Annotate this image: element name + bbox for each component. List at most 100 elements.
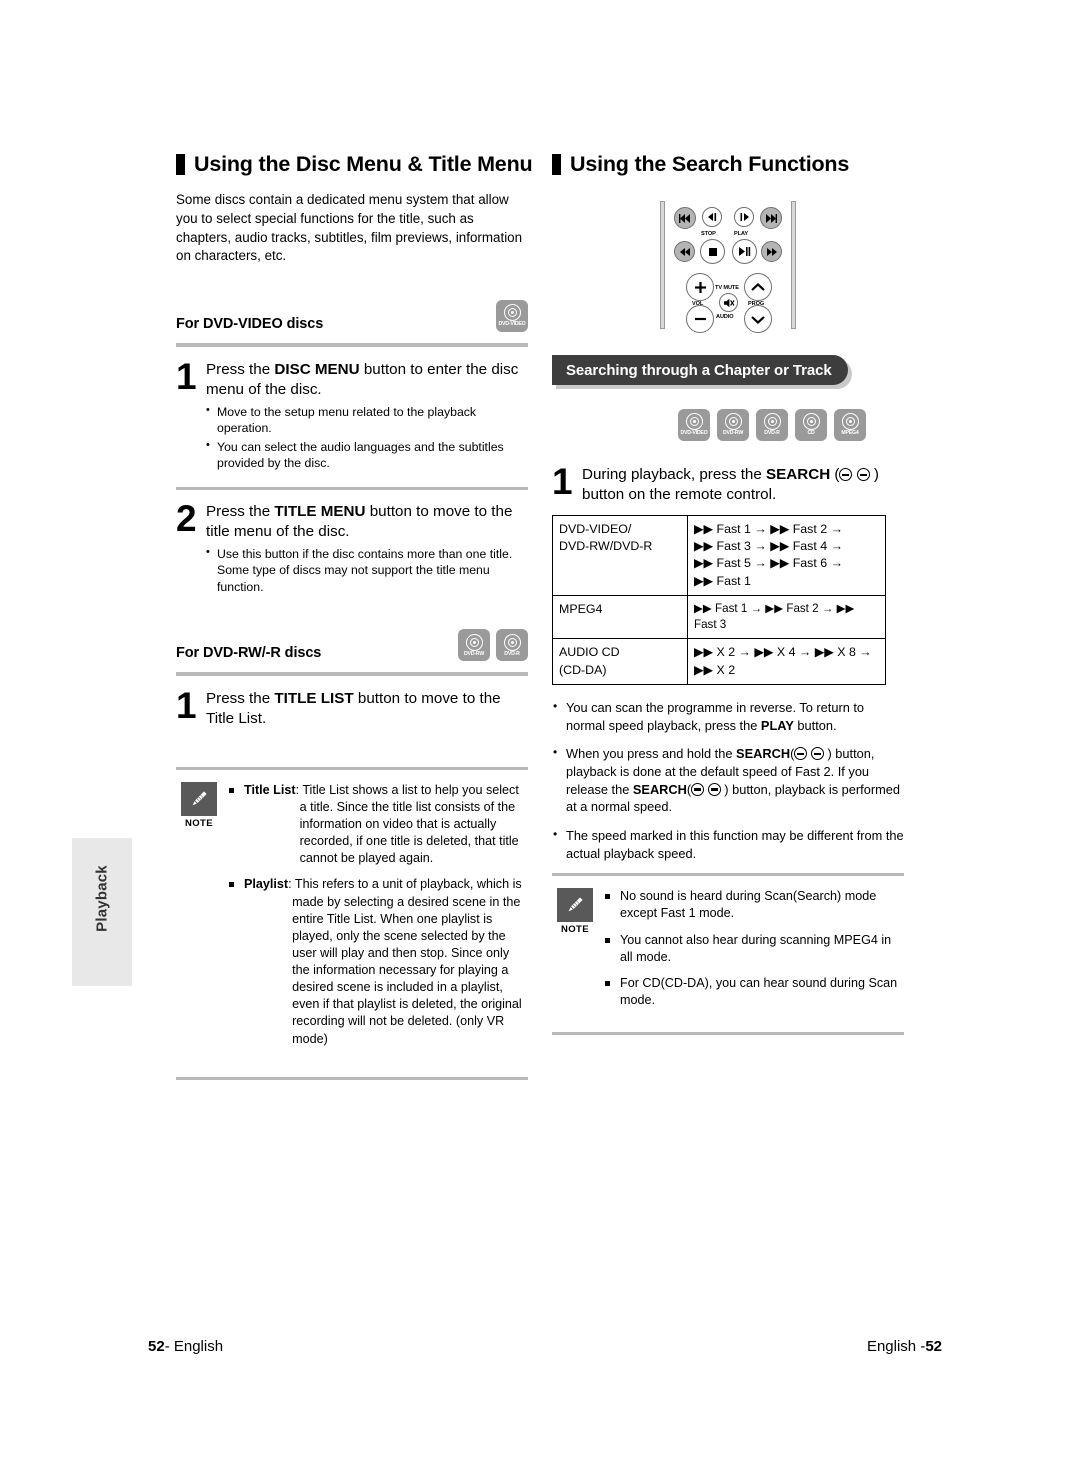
left-section-heading: Using the Disc Menu & Title Menu xyxy=(176,152,533,177)
disc-ring-icon xyxy=(841,413,859,431)
prog-up-button xyxy=(744,273,772,301)
step-number: 1 xyxy=(176,685,197,727)
dvd-rw-disc-icon: DVD-RW xyxy=(458,629,490,662)
divider-rule xyxy=(176,672,528,677)
footer-right: English -52 xyxy=(867,1338,942,1355)
disc-icon-row-banner: DVD-VIDEO DVD-RW DVD-R CD MPEG4 xyxy=(678,409,904,441)
step-back-icon xyxy=(702,207,722,227)
speed-line: ▶▶ Fast 3 → ▶▶ Fast 4 → xyxy=(694,538,843,553)
list-item: The speed marked in this function may be… xyxy=(552,826,904,862)
note-list-right: No sound is heard during Scan(Search) mo… xyxy=(604,888,904,1009)
rewind-icon xyxy=(674,241,695,262)
search-notes-list: You can scan the programme in reverse. T… xyxy=(552,698,904,862)
speed-line: ▶▶ Fast 5 → ▶▶ Fast 6 → xyxy=(694,556,843,571)
right-section-heading: Using the Search Functions xyxy=(552,152,904,177)
note-list-left: Title List: Title List shows a list to h… xyxy=(228,782,528,1048)
step-title-menu: 2 Press the TITLE MENU button to move to… xyxy=(176,498,528,597)
divider-rule xyxy=(176,487,528,491)
subhead-dvd-rw-r: For DVD-RW/-R discs xyxy=(176,645,322,662)
disc-icon-label: DVD-VIDEO xyxy=(680,430,708,437)
disc-icon-label: MPEG4 xyxy=(841,430,859,437)
divider-rule xyxy=(176,766,528,770)
remote-label-play: PLAY xyxy=(734,231,749,237)
step-number: 1 xyxy=(176,356,197,398)
heading-bar-icon xyxy=(552,154,561,175)
divider-rule xyxy=(552,1032,904,1036)
search-reverse-icon xyxy=(691,782,705,796)
remote-label-tvmute: TV MUTE xyxy=(715,285,739,291)
disc-ring-icon xyxy=(802,413,820,431)
disc-ring-icon xyxy=(724,413,742,431)
disc-ring-icon xyxy=(503,633,521,651)
note-block-left: NOTE Title List: Title List shows a list… xyxy=(176,781,528,1057)
table-cell-disc-type: AUDIO CD (CD-DA) xyxy=(552,638,688,686)
manual-page: Playback Using the Disc Menu & Title Men… xyxy=(0,0,1080,1470)
disc-icon-label: DVD-R xyxy=(764,430,780,437)
dvd-rw-disc-icon: DVD-RW xyxy=(717,409,749,441)
speed-line: ▶▶ Fast 1 → ▶▶ Fast 2 → xyxy=(694,521,843,536)
search-reverse-icon xyxy=(839,468,853,481)
dvd-r-disc-icon: DVD-R xyxy=(496,629,528,662)
note-block-right: NOTE No sound is heard during Scan(Searc… xyxy=(552,888,904,1018)
step-search: 1 During playback, press the SEARCH ( ) … xyxy=(552,461,904,505)
disc-icon-label: DVD-RW xyxy=(463,650,485,657)
search-reverse-icon xyxy=(794,747,808,761)
table-row: DVD-VIDEO/DVD-RW/DVD-R ▶▶ Fast 1 → ▶▶ Fa… xyxy=(552,514,886,596)
table-cell-disc-type: MPEG4 xyxy=(552,594,688,640)
footer-page-number: 52 xyxy=(925,1338,942,1355)
disc-icon-row-dvdvideo: DVD-VIDEO xyxy=(496,300,528,333)
table-row: AUDIO CD (CD-DA) ▶▶ X 2 → ▶▶ X 4 → ▶▶ X 8… xyxy=(552,638,886,686)
dvd-video-disc-icon: DVD-VIDEO xyxy=(496,300,528,333)
disc-ring-icon xyxy=(763,413,781,431)
step-number: 2 xyxy=(176,498,197,540)
volume-down-button xyxy=(686,305,714,333)
heading-bar-icon xyxy=(176,154,185,175)
disc-ring-icon xyxy=(685,413,703,431)
list-item: Playlist: This refers to a unit of playb… xyxy=(228,876,528,1047)
disc-icon-label: DVD-R xyxy=(504,650,520,657)
step-bullet-list: Use this button if the disc contains mor… xyxy=(206,545,528,595)
cd-disc-icon: CD xyxy=(795,409,827,441)
divider-rule xyxy=(552,873,904,877)
pencil-icon xyxy=(557,888,593,923)
list-item: No sound is heard during Scan(Search) mo… xyxy=(604,888,904,922)
subsection-banner: Searching through a Chapter or Track xyxy=(552,355,848,385)
list-item: You cannot also hear during scanning MPE… xyxy=(604,932,904,966)
search-speed-table: DVD-VIDEO/DVD-RW/DVD-R ▶▶ Fast 1 → ▶▶ Fa… xyxy=(552,514,886,686)
speed-line: ▶▶ Fast 1 → ▶▶ Fast 2 → ▶▶ Fast 3 xyxy=(694,601,855,632)
disc-ring-icon xyxy=(465,633,483,651)
note-label: NOTE xyxy=(185,817,213,829)
section-tab-playback: Playback xyxy=(72,838,132,986)
skip-forward-icon xyxy=(760,207,782,229)
note-term: Playlist xyxy=(244,877,289,892)
list-item: You can scan the programme in reverse. T… xyxy=(552,698,904,734)
note-term: Title List xyxy=(244,782,296,797)
disc-icon-row-dvdrw: DVD-RW DVD-R xyxy=(458,629,528,662)
left-column: Using the Disc Menu & Title Menu Some di… xyxy=(176,152,533,1092)
list-item: Title List: Title List shows a list to h… xyxy=(228,782,528,868)
list-item: When you press and hold the SEARCH( ) bu… xyxy=(552,744,904,816)
dvdrw-subhead-row: For DVD-RW/-R discs DVD-RW DVD-R xyxy=(176,629,528,662)
dvdvideo-subhead-row: For DVD-VIDEO discs DVD-VIDEO xyxy=(176,300,528,333)
play-pause-icon xyxy=(732,239,757,264)
disc-icon-label: DVD-RW xyxy=(722,430,744,437)
list-item: Move to the setup menu related to the pl… xyxy=(206,403,528,437)
note-label: NOTE xyxy=(561,924,589,936)
section-tab-label: Playback xyxy=(93,865,111,932)
dvd-r-disc-icon: DVD-R xyxy=(756,409,788,441)
note-icon-group: NOTE xyxy=(552,888,598,935)
table-cell-speeds: ▶▶ Fast 1 → ▶▶ Fast 2 → ▶▶ Fast 3 xyxy=(687,594,886,640)
speed-line: ▶▶ X 2 → ▶▶ X 4 → ▶▶ X 8 → xyxy=(694,645,872,660)
divider-rule xyxy=(176,1076,528,1080)
tv-mute-button xyxy=(719,293,738,312)
remote-control-illustration: STOP PLAY TV MUTE VOL PROG AUDIO xyxy=(660,201,796,333)
banner-label: Searching through a Chapter or Track xyxy=(566,361,832,379)
speed-line: ▶▶ X 2 xyxy=(694,662,736,677)
step-title: Press the TITLE MENU button to move to t… xyxy=(206,503,513,541)
table-row: MPEG4 ▶▶ Fast 1 → ▶▶ Fast 2 → ▶▶ Fast 3 xyxy=(552,594,886,640)
step-number: 1 xyxy=(552,461,573,502)
left-heading-text: Using the Disc Menu & Title Menu xyxy=(194,152,533,176)
list-item: Use this button if the disc contains mor… xyxy=(206,545,528,595)
stop-icon xyxy=(700,239,725,264)
step-title: During playback, press the SEARCH ( ) bu… xyxy=(582,466,879,503)
